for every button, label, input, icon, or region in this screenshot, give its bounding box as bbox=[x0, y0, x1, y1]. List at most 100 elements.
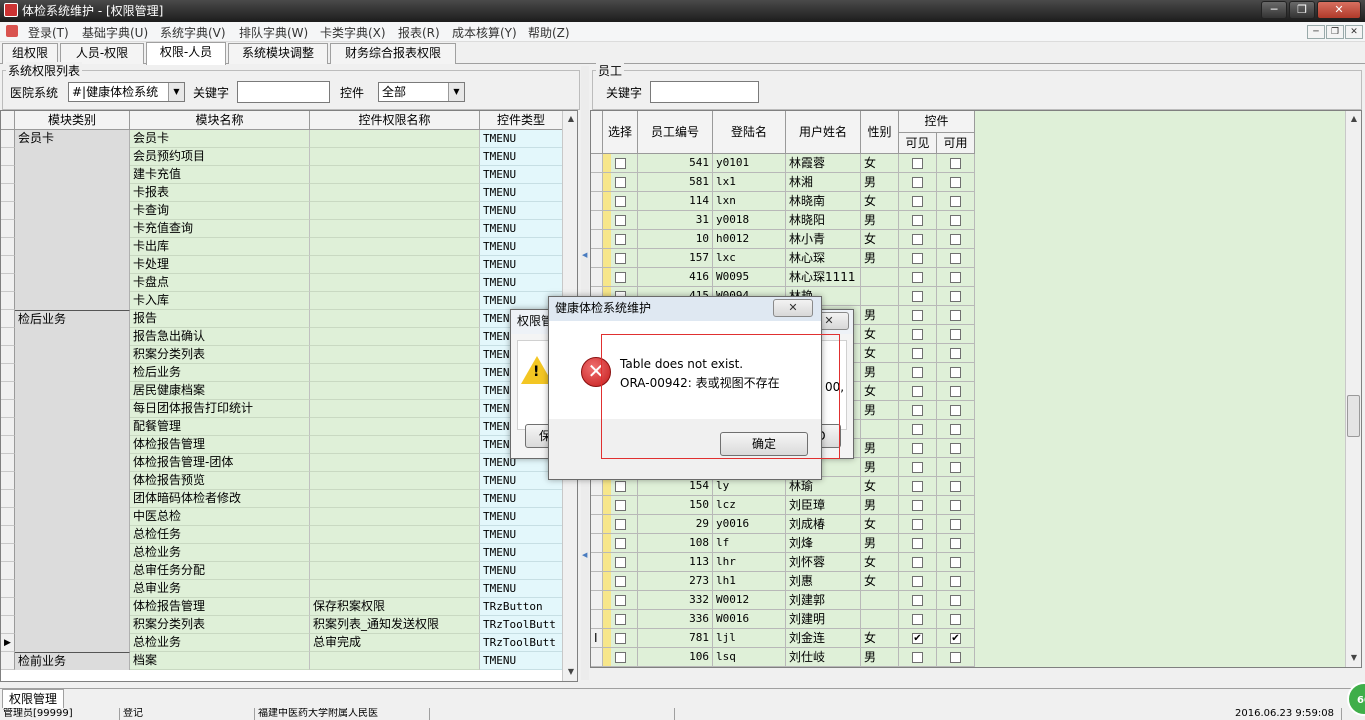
table-row[interactable]: 总检业务 TMENU bbox=[1, 544, 563, 562]
cell-user-name[interactable]: 刘建郭 bbox=[786, 591, 861, 610]
cell-user-name[interactable]: 林晓阳 bbox=[786, 211, 861, 230]
cell-enabled[interactable] bbox=[937, 477, 975, 496]
table-row[interactable]: 会员卡 会员卡 TMENU bbox=[1, 130, 563, 148]
table-row[interactable]: 卡入库 TMENU bbox=[1, 292, 563, 310]
cell-enabled[interactable] bbox=[937, 553, 975, 572]
menu-base-dict[interactable]: 基础字典(U) bbox=[82, 24, 148, 41]
cell-sex[interactable] bbox=[861, 420, 899, 439]
cell-visible[interactable] bbox=[899, 515, 937, 534]
cell-enabled[interactable] bbox=[937, 249, 975, 268]
cell-enabled[interactable] bbox=[937, 268, 975, 287]
checkbox[interactable] bbox=[950, 614, 961, 625]
cell-login[interactable]: lh1 bbox=[713, 572, 786, 591]
row-indicator[interactable] bbox=[1, 400, 15, 418]
cell-category[interactable] bbox=[15, 472, 130, 490]
cell-emp-id[interactable]: 336 bbox=[638, 610, 713, 629]
table-row[interactable]: 体检报告管理 TMENU bbox=[1, 436, 563, 454]
checkbox[interactable] bbox=[912, 291, 923, 302]
cell-sex[interactable] bbox=[861, 591, 899, 610]
checkbox[interactable] bbox=[950, 652, 961, 663]
checkbox[interactable] bbox=[950, 348, 961, 359]
cell-category[interactable]: 会员卡 bbox=[15, 130, 130, 148]
checkbox[interactable]: ✔ bbox=[912, 633, 923, 644]
cell-user-name[interactable]: 林湘 bbox=[786, 173, 861, 192]
cell-enabled[interactable] bbox=[937, 515, 975, 534]
checkbox[interactable] bbox=[950, 329, 961, 340]
row-indicator[interactable] bbox=[1, 472, 15, 490]
column-header-user-name[interactable]: 用户姓名 bbox=[786, 111, 861, 154]
cell-perm-name[interactable] bbox=[310, 544, 480, 562]
row-indicator[interactable] bbox=[591, 249, 603, 268]
cell-user-name[interactable]: 刘金连 bbox=[786, 629, 861, 648]
cell-module-name[interactable]: 报告 bbox=[130, 310, 310, 328]
cell-module-name[interactable]: 卡充值查询 bbox=[130, 220, 310, 238]
cell-sex[interactable]: 男 bbox=[861, 363, 899, 382]
table-row[interactable]: 建卡充值 TMENU bbox=[1, 166, 563, 184]
column-header-login[interactable]: 登陆名 bbox=[713, 111, 786, 154]
cell-visible[interactable]: ✔ bbox=[899, 629, 937, 648]
cell-perm-name[interactable] bbox=[310, 490, 480, 508]
cell-perm-name[interactable] bbox=[310, 400, 480, 418]
cell-category[interactable] bbox=[15, 418, 130, 436]
cell-module-name[interactable]: 中医总检 bbox=[130, 508, 310, 526]
checkbox[interactable] bbox=[950, 519, 961, 530]
scroll-up-icon[interactable]: ▲ bbox=[1346, 111, 1361, 127]
checkbox[interactable] bbox=[912, 576, 923, 587]
cell-module-name[interactable]: 卡入库 bbox=[130, 292, 310, 310]
cell-user-name[interactable]: 刘仕岐 bbox=[786, 648, 861, 667]
cell-login[interactable]: lf bbox=[713, 534, 786, 553]
checkbox[interactable] bbox=[912, 519, 923, 530]
table-row[interactable]: 总审业务 TMENU bbox=[1, 580, 563, 598]
cell-visible[interactable] bbox=[899, 325, 937, 344]
checkbox[interactable] bbox=[950, 538, 961, 549]
cell-select[interactable] bbox=[603, 629, 638, 648]
checkbox[interactable] bbox=[912, 272, 923, 283]
table-row[interactable]: 体检报告管理-团体 TMENU bbox=[1, 454, 563, 472]
cell-visible[interactable] bbox=[899, 591, 937, 610]
cell-user-name[interactable]: 林霞蓉 bbox=[786, 154, 861, 173]
column-header-control-type[interactable]: 控件类型 bbox=[480, 111, 563, 130]
cell-category[interactable] bbox=[15, 346, 130, 364]
cell-module-name[interactable]: 体检报告管理-团体 bbox=[130, 454, 310, 472]
table-row[interactable]: 卡查询 TMENU bbox=[1, 202, 563, 220]
menu-system-dict[interactable]: 系统字典(V) bbox=[160, 24, 226, 41]
table-row[interactable]: 检后业务 TMENU bbox=[1, 364, 563, 382]
cell-module-name[interactable]: 总检业务 bbox=[130, 544, 310, 562]
checkbox[interactable] bbox=[950, 367, 961, 378]
tab-finance-report-permission[interactable]: 财务综合报表权限 bbox=[330, 43, 456, 64]
cell-module-name[interactable]: 会员预约项目 bbox=[130, 148, 310, 166]
cell-category[interactable] bbox=[15, 634, 130, 652]
cell-enabled[interactable] bbox=[937, 211, 975, 230]
row-indicator[interactable]: I bbox=[591, 629, 603, 648]
cell-perm-name[interactable] bbox=[310, 580, 480, 598]
column-header-category[interactable]: 模块类别 bbox=[15, 111, 130, 130]
table-row[interactable]: 每日团体报告打印统计 TMENU bbox=[1, 400, 563, 418]
cell-category[interactable] bbox=[15, 580, 130, 598]
cell-sex[interactable]: 女 bbox=[861, 230, 899, 249]
cell-emp-id[interactable]: 581 bbox=[638, 173, 713, 192]
row-indicator[interactable] bbox=[591, 515, 603, 534]
mdi-close-icon[interactable]: ✕ bbox=[1345, 25, 1363, 39]
cell-visible[interactable] bbox=[899, 363, 937, 382]
row-indicator[interactable] bbox=[1, 166, 15, 184]
cell-user-name[interactable]: 刘烽 bbox=[786, 534, 861, 553]
row-indicator[interactable] bbox=[1, 274, 15, 292]
cell-visible[interactable] bbox=[899, 306, 937, 325]
cell-select[interactable] bbox=[603, 553, 638, 572]
cell-perm-name[interactable] bbox=[310, 256, 480, 274]
cell-select[interactable] bbox=[603, 192, 638, 211]
checkbox[interactable] bbox=[912, 386, 923, 397]
cell-sex[interactable]: 男 bbox=[861, 401, 899, 420]
checkbox[interactable] bbox=[950, 272, 961, 283]
cell-emp-id[interactable]: 114 bbox=[638, 192, 713, 211]
close-icon[interactable]: ✕ bbox=[1317, 1, 1361, 19]
cell-control-type[interactable]: TMENU bbox=[480, 184, 563, 202]
cell-visible[interactable] bbox=[899, 648, 937, 667]
row-indicator[interactable] bbox=[591, 154, 603, 173]
tab-module-adjust[interactable]: 系统模块调整 bbox=[228, 43, 328, 64]
column-header-emp-id[interactable]: 员工编号 bbox=[638, 111, 713, 154]
cell-sex[interactable] bbox=[861, 610, 899, 629]
table-row[interactable]: 卡盘点 TMENU bbox=[1, 274, 563, 292]
checkbox[interactable] bbox=[950, 215, 961, 226]
table-row[interactable]: 中医总检 TMENU bbox=[1, 508, 563, 526]
